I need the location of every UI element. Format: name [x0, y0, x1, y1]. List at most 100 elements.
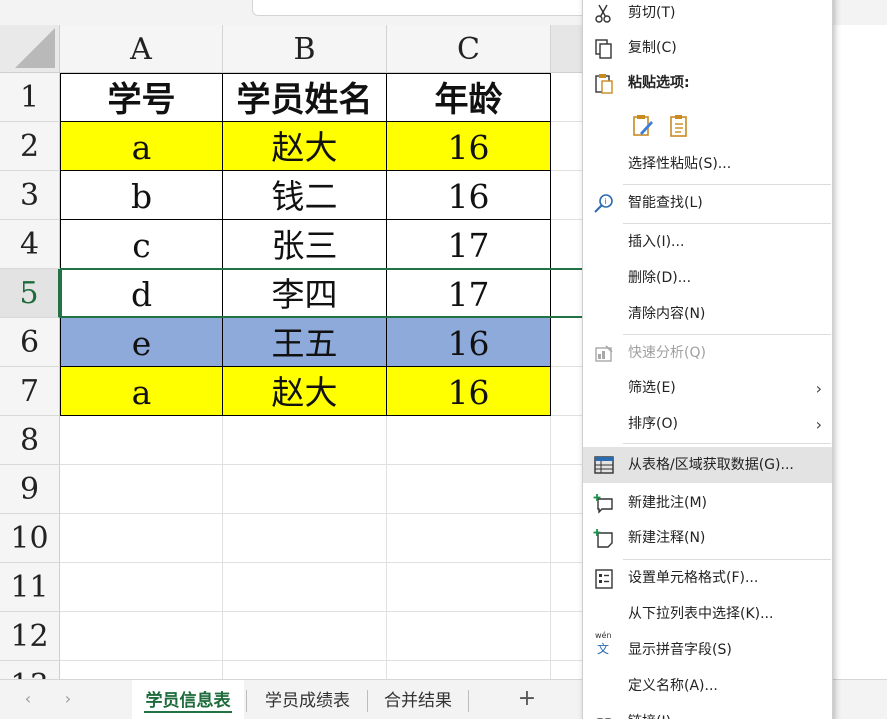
table-header-cell[interactable]: 学号: [60, 73, 223, 122]
empty-cell[interactable]: [223, 465, 387, 514]
menu-item-new-note[interactable]: 新建注释(N): [583, 522, 832, 555]
table-cell[interactable]: 16: [387, 318, 551, 367]
row-header-8[interactable]: 8: [0, 416, 60, 465]
tab-divider: [246, 690, 247, 712]
table-cell[interactable]: 赵大: [223, 122, 387, 171]
empty-cell[interactable]: [387, 661, 551, 679]
empty-cell[interactable]: [223, 416, 387, 465]
next-sheet-icon[interactable]: ›: [58, 689, 78, 709]
add-sheet-button[interactable]: +: [514, 684, 540, 714]
menu-item-quick-analysis: 快速分析(Q): [583, 337, 832, 370]
sheet-tab-student-info[interactable]: 学员信息表: [132, 680, 244, 719]
empty-cell[interactable]: [60, 416, 223, 465]
row-header-1[interactable]: 1: [0, 73, 60, 122]
phonetic-icon-char: 文: [597, 642, 610, 656]
empty-cell[interactable]: [223, 514, 387, 563]
empty-cell[interactable]: [60, 514, 223, 563]
menu-item-phonetic[interactable]: wén 文 显示拼音字段(S): [583, 631, 832, 667]
menu-item-new-comment[interactable]: 新建批注(M): [583, 487, 832, 520]
copy-icon: [595, 39, 612, 59]
table-icon: [594, 456, 614, 474]
empty-cell[interactable]: [60, 612, 223, 661]
menu-item-get-data-from-table[interactable]: 从表格/区域获取数据(G)...: [583, 447, 832, 483]
row-header-3[interactable]: 3: [0, 171, 60, 220]
menu-item-sort[interactable]: 排序(O) ›: [583, 408, 832, 441]
row-header-9[interactable]: 9: [0, 465, 60, 514]
menu-item-filter[interactable]: 筛选(E) ›: [583, 372, 832, 405]
menu-item-label: 排序(O): [628, 416, 678, 432]
table-cell[interactable]: d: [60, 269, 223, 318]
row-header-4[interactable]: 4: [0, 220, 60, 269]
menu-item-delete[interactable]: 删除(D)...: [583, 262, 832, 295]
table-cell[interactable]: 16: [387, 171, 551, 220]
paste-values-icon[interactable]: [667, 113, 691, 139]
menu-item-define-name[interactable]: 定义名称(A)...: [583, 670, 832, 703]
empty-cell[interactable]: [387, 416, 551, 465]
empty-cell[interactable]: [387, 563, 551, 612]
table-cell[interactable]: a: [60, 122, 223, 171]
menu-separator: [623, 334, 831, 335]
table-cell[interactable]: 赵大: [223, 367, 387, 416]
menu-item-label: 插入(I)...: [628, 234, 685, 250]
select-all-corner[interactable]: [0, 25, 60, 73]
menu-item-label: 从表格/区域获取数据(G)...: [628, 457, 794, 473]
menu-item-label: 显示拼音字段(S): [628, 642, 732, 658]
paste-option-buttons: [583, 107, 832, 145]
sheet-tab-merge-result[interactable]: 合并结果: [370, 680, 466, 719]
column-header-c[interactable]: C: [387, 25, 551, 73]
row-header-7[interactable]: 7: [0, 367, 60, 416]
empty-cell[interactable]: [223, 661, 387, 679]
menu-item-paste-special[interactable]: 选择性粘贴(S)...: [583, 148, 832, 181]
formula-input[interactable]: [252, 0, 592, 16]
empty-cell[interactable]: [387, 514, 551, 563]
row-header-11[interactable]: 11: [0, 563, 60, 612]
empty-cell[interactable]: [223, 612, 387, 661]
row-header-2[interactable]: 2: [0, 122, 60, 171]
column-header-a[interactable]: A: [60, 25, 223, 73]
new-comment-icon: [593, 494, 613, 514]
table-cell[interactable]: 17: [387, 220, 551, 269]
prev-sheet-icon[interactable]: ‹: [18, 689, 38, 709]
row-header-13[interactable]: 13: [0, 661, 60, 679]
table-cell[interactable]: 16: [387, 367, 551, 416]
sheet-tab-label: 合并结果: [384, 691, 452, 711]
menu-item-label: 从下拉列表中选择(K)...: [628, 606, 774, 622]
table-cell[interactable]: e: [60, 318, 223, 367]
table-cell[interactable]: c: [60, 220, 223, 269]
table-cell[interactable]: 张三: [223, 220, 387, 269]
sheet-tab-student-scores[interactable]: 学员成绩表: [250, 680, 365, 719]
table-cell[interactable]: 王五: [223, 318, 387, 367]
empty-cell[interactable]: [60, 563, 223, 612]
table-cell[interactable]: 17: [387, 269, 551, 318]
menu-item-cut[interactable]: 剪切(T): [583, 0, 832, 30]
tab-divider: [367, 690, 368, 712]
empty-cell[interactable]: [387, 465, 551, 514]
table-cell[interactable]: 钱二: [223, 171, 387, 220]
menu-item-format-cells[interactable]: 设置单元格格式(F)...: [583, 562, 832, 595]
empty-cell[interactable]: [387, 612, 551, 661]
row-header-5[interactable]: 5: [0, 269, 60, 318]
table-header-cell[interactable]: 年龄: [387, 73, 551, 122]
table-cell[interactable]: 16: [387, 122, 551, 171]
menu-item-smart-lookup[interactable]: i 智能查找(L): [583, 187, 832, 220]
table-cell[interactable]: b: [60, 171, 223, 220]
menu-item-paste-options: 粘贴选项:: [583, 67, 832, 100]
row-header-6[interactable]: 6: [0, 318, 60, 367]
table-cell[interactable]: 李四: [223, 269, 387, 318]
menu-item-pick-from-list[interactable]: 从下拉列表中选择(K)...: [583, 598, 832, 631]
menu-item-link[interactable]: 链接(I): [583, 706, 832, 719]
quick-analysis-icon: [595, 345, 613, 362]
table-cell[interactable]: a: [60, 367, 223, 416]
menu-item-clear-contents[interactable]: 清除内容(N): [583, 298, 832, 331]
row-header-10[interactable]: 10: [0, 514, 60, 563]
empty-cell[interactable]: [60, 661, 223, 679]
menu-item-insert[interactable]: 插入(I)...: [583, 226, 832, 259]
column-header-b[interactable]: B: [223, 25, 387, 73]
active-tab-underline: [144, 711, 232, 713]
empty-cell[interactable]: [60, 465, 223, 514]
paste-formatting-icon[interactable]: [631, 113, 655, 139]
empty-cell[interactable]: [223, 563, 387, 612]
menu-item-copy[interactable]: 复制(C): [583, 32, 832, 65]
row-header-12[interactable]: 12: [0, 612, 60, 661]
table-header-cell[interactable]: 学员姓名: [223, 73, 387, 122]
